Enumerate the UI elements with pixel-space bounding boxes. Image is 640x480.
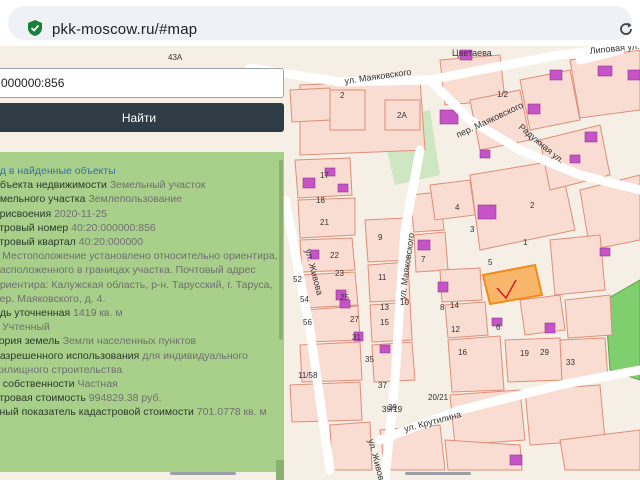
info-row: разрешенного использования для индивидуа… [0,349,248,376]
reload-icon[interactable] [618,21,634,37]
svg-text:7: 7 [421,255,426,264]
info-row: а собственности Частная [0,378,118,391]
svg-text:21: 21 [320,218,329,227]
svg-text:15: 15 [380,318,389,327]
find-button[interactable]: Найти [0,103,284,132]
svg-text:1/2: 1/2 [497,90,509,99]
info-row: с Учтенный [2,321,50,334]
svg-text:Цветаева: Цветаева [452,48,492,58]
info-row: тория земель Земли населенных пунктов [0,335,197,348]
svg-text:18: 18 [316,196,325,205]
info-row: присвоения 2020-11-25 [0,207,107,220]
back-to-results-link[interactable]: ад в найденные объекты [0,164,280,178]
info-row: объекта недвижимости Земельный участок [0,179,206,192]
svg-text:37: 37 [378,381,387,390]
svg-text:14: 14 [450,301,459,310]
url-text: pkk-moscow.ru/#map [52,21,198,38]
svg-text:2: 2 [530,201,535,210]
svg-text:13: 13 [380,303,389,312]
info-row: стровый квартал 40:20:000000 [0,236,143,249]
svg-text:29: 29 [540,348,549,357]
svg-text:19: 19 [520,349,529,358]
panel-scrollbar[interactable] [279,160,283,340]
svg-text:17: 17 [320,171,329,180]
svg-text:5: 5 [488,258,493,267]
info-row: ьный показатель кадастровой стоимости 70… [0,406,267,419]
panel-resize-handle[interactable] [276,460,284,480]
svg-text:11/58: 11/58 [298,371,318,380]
svg-text:31: 31 [352,333,361,342]
svg-text:6: 6 [496,323,501,332]
browser-url-bar: pkk-moscow.ru/#map [0,0,640,46]
svg-text:52: 52 [293,275,302,284]
svg-text:23: 23 [335,269,344,278]
svg-text:20/21: 20/21 [428,393,449,402]
parcel-info-panel: ад в найденные объекты объекта недвижимо… [0,152,284,472]
gesture-bar-right [405,472,471,475]
svg-text:11: 11 [378,273,387,282]
svg-text:1: 1 [523,238,528,247]
cadastral-search-input[interactable] [0,68,284,98]
svg-text:56: 56 [303,318,312,327]
info-row: адь уточненная 1419 кв. м [0,307,123,320]
svg-text:39/19: 39/19 [382,405,403,414]
svg-text:16: 16 [458,348,467,357]
svg-text:2: 2 [340,91,345,100]
svg-text:33: 33 [566,358,575,367]
svg-text:12: 12 [451,325,460,334]
svg-text:2А: 2А [397,111,407,120]
shield-icon [28,20,42,36]
svg-text:3: 3 [470,225,475,234]
info-row: стровый номер 40:20:000000:856 [0,221,156,234]
svg-text:9: 9 [378,233,383,242]
svg-text:25: 25 [340,293,349,302]
gesture-bar-left [170,472,236,475]
svg-text:35: 35 [365,355,374,364]
info-row: стровая стоимость 994829.38 руб. [0,392,162,405]
info-row: емельного участка Землепользование [0,193,182,206]
svg-text:54: 54 [300,295,309,304]
info-row: с Местоположение установлено относительн… [0,250,278,305]
svg-text:4: 4 [455,203,460,212]
address-bar[interactable]: pkk-moscow.ru/#map [8,6,632,40]
svg-text:43А: 43А [168,53,183,62]
svg-text:27: 27 [350,315,359,324]
svg-text:22: 22 [330,251,339,260]
svg-text:8: 8 [440,303,445,312]
